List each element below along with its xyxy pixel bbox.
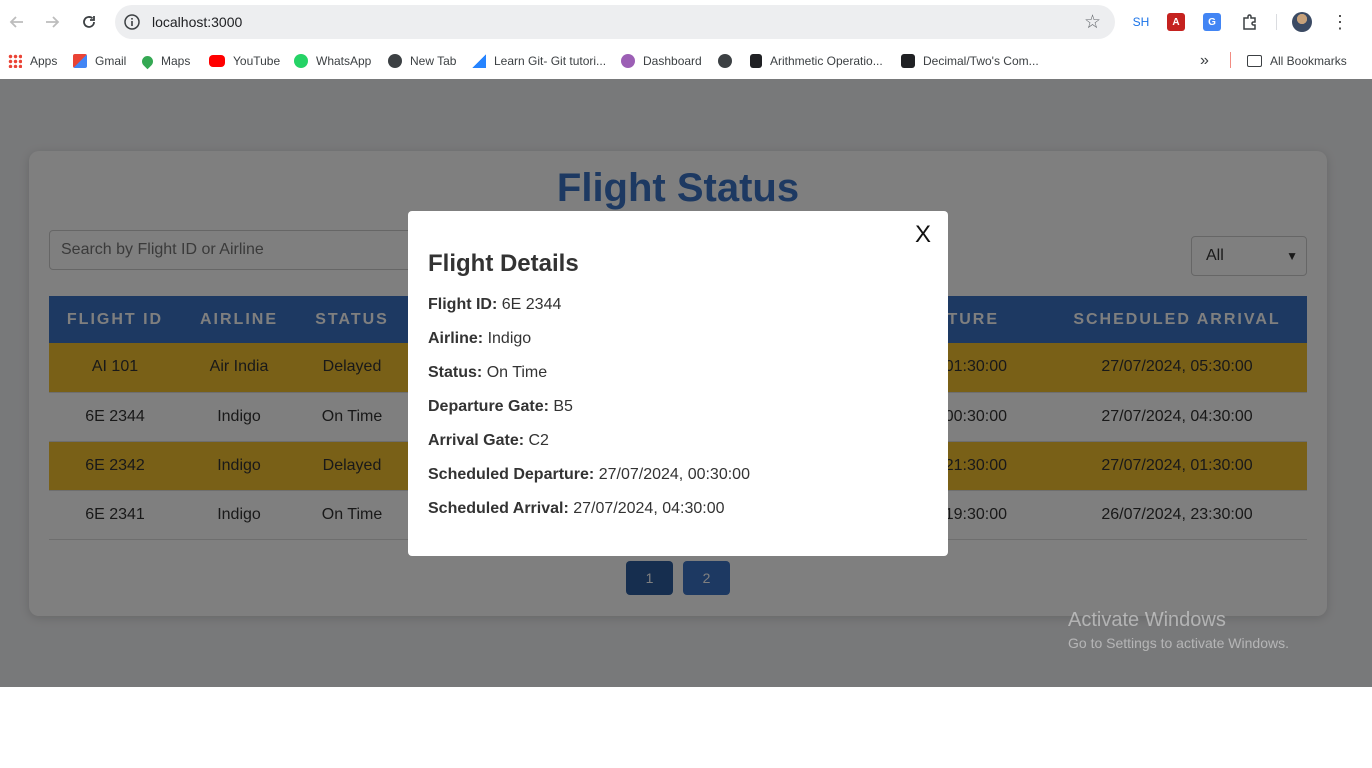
- detail-value: B5: [553, 398, 573, 415]
- atlassian-icon: [472, 54, 486, 68]
- bookmark-new-tab[interactable]: New Tab: [388, 52, 456, 70]
- bookmark-label: Dashboard: [643, 54, 702, 68]
- bookmark-label: New Tab: [410, 54, 457, 68]
- url-text[interactable]: localhost:3000: [152, 14, 242, 30]
- globe-icon: [388, 54, 402, 68]
- bookmarks-bar: Apps Gmail Maps YouTube WhatsApp New Tab…: [0, 44, 1372, 78]
- detail-label: Flight ID:: [428, 296, 498, 313]
- profile-avatar[interactable]: [1292, 12, 1312, 32]
- whatsapp-icon: [294, 54, 308, 68]
- detail-airline: Airline: Indigo: [428, 330, 531, 348]
- site-icon: [750, 54, 762, 68]
- reload-icon[interactable]: [77, 10, 101, 34]
- dashboard-icon: [621, 54, 635, 68]
- site-icon: [901, 54, 915, 68]
- browser-toolbar: localhost:3000 ☆ SH A G ⋮: [0, 0, 1372, 44]
- detail-value: Indigo: [487, 330, 532, 347]
- detail-value: 27/07/2024, 00:30:00: [598, 466, 750, 483]
- site-info-icon[interactable]: [123, 13, 141, 31]
- apps-grid-icon: [8, 54, 22, 68]
- detail-value: C2: [528, 432, 549, 449]
- detail-departure-gate: Departure Gate: B5: [428, 398, 573, 416]
- detail-scheduled-arrival: Scheduled Arrival: 27/07/2024, 04:30:00: [428, 500, 724, 518]
- detail-status: Status: On Time: [428, 364, 547, 382]
- bookmark-learn-git[interactable]: Learn Git- Git tutori...: [472, 52, 606, 70]
- bookmark-dashboard[interactable]: Dashboard: [621, 52, 702, 70]
- extensions-puzzle-icon[interactable]: [1239, 11, 1261, 33]
- bookmark-youtube[interactable]: YouTube: [209, 52, 280, 70]
- detail-flight-id: Flight ID: 6E 2344: [428, 296, 561, 314]
- detail-label: Departure Gate:: [428, 398, 549, 415]
- sh-extension-icon[interactable]: SH: [1130, 11, 1152, 33]
- more-bookmarks-chevron-icon[interactable]: »: [1200, 52, 1209, 70]
- maps-icon: [139, 53, 156, 69]
- detail-label: Arrival Gate:: [428, 432, 525, 449]
- bookmark-whatsapp[interactable]: WhatsApp: [294, 52, 371, 70]
- forward-arrow-icon[interactable]: [40, 10, 64, 34]
- youtube-icon: [209, 55, 225, 67]
- bookmark-apps[interactable]: Apps: [8, 52, 57, 70]
- pdf-extension-icon[interactable]: A: [1167, 13, 1185, 31]
- bookmark-label: Maps: [161, 54, 191, 68]
- folder-icon: [1247, 55, 1262, 67]
- bookmark-globe[interactable]: [718, 52, 740, 70]
- detail-value: On Time: [486, 364, 548, 381]
- bookmark-decimal[interactable]: Decimal/Two's Com...: [901, 52, 1039, 70]
- bookmark-label: Apps: [30, 54, 58, 68]
- modal-title: Flight Details: [428, 250, 579, 277]
- detail-label: Airline:: [428, 330, 484, 347]
- activate-windows-subtitle: Go to Settings to activate Windows.: [1068, 635, 1289, 651]
- detail-label: Scheduled Departure:: [428, 466, 595, 483]
- detail-scheduled-departure: Scheduled Departure: 27/07/2024, 00:30:0…: [428, 466, 750, 484]
- bookmark-gmail[interactable]: Gmail: [73, 52, 126, 70]
- detail-arrival-gate: Arrival Gate: C2: [428, 432, 549, 450]
- all-bookmarks-label: All Bookmarks: [1270, 54, 1347, 68]
- toolbar-divider: [1276, 14, 1277, 30]
- translate-extension-icon[interactable]: G: [1203, 13, 1221, 31]
- gmail-icon: [73, 54, 87, 68]
- bookmark-star-icon[interactable]: ☆: [1084, 11, 1101, 34]
- detail-value: 27/07/2024, 04:30:00: [573, 500, 725, 517]
- detail-label: Status:: [428, 364, 483, 381]
- detail-value: 6E 2344: [501, 296, 562, 313]
- bookmark-arithmetic[interactable]: Arithmetic Operatio...: [750, 52, 883, 70]
- bookmarks-divider: [1230, 52, 1231, 68]
- bookmark-label: WhatsApp: [316, 54, 372, 68]
- bookmark-label: YouTube: [233, 54, 281, 68]
- bookmark-label: Learn Git- Git tutori...: [494, 54, 607, 68]
- globe-icon: [718, 54, 732, 68]
- page-viewport: Flight Status Search by Flight ID or Air…: [0, 79, 1372, 687]
- detail-label: Scheduled Arrival:: [428, 500, 569, 517]
- browser-menu-icon[interactable]: ⋮: [1330, 10, 1350, 34]
- address-bar[interactable]: localhost:3000 ☆: [115, 5, 1115, 39]
- bookmark-label: Decimal/Two's Com...: [923, 54, 1039, 68]
- close-button[interactable]: X: [915, 221, 931, 249]
- bookmark-maps[interactable]: Maps: [139, 52, 191, 70]
- all-bookmarks[interactable]: All Bookmarks: [1247, 52, 1347, 70]
- back-arrow-icon[interactable]: [5, 10, 29, 34]
- bookmark-label: Arithmetic Operatio...: [770, 54, 883, 68]
- activate-windows-title: Activate Windows: [1068, 609, 1226, 631]
- flight-details-modal: X Flight Details Flight ID: 6E 2344 Airl…: [408, 211, 948, 556]
- bookmark-label: Gmail: [95, 54, 127, 68]
